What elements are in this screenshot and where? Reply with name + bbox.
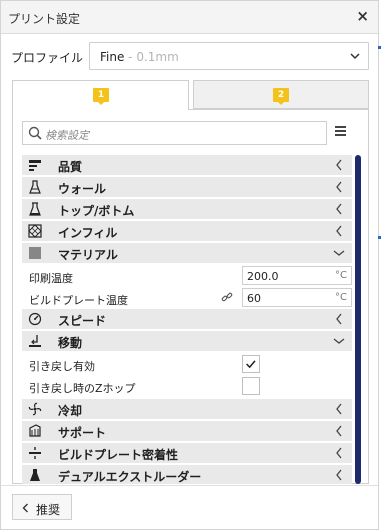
category-travel[interactable]: 移動 — [22, 331, 352, 351]
setting-row-z-hop: 引き戻し時のZホップ — [22, 375, 352, 397]
settings-list: 品質 ウォール トップ/ボトム インフィル マテリアル 印刷温度 200.0 °… — [22, 154, 352, 484]
category-label: 冷却 — [58, 404, 83, 418]
chevron-down-icon — [333, 338, 345, 344]
chevron-left-icon — [336, 425, 342, 437]
category-infill[interactable]: インフィル — [22, 221, 352, 241]
wall-icon — [29, 180, 41, 194]
category-label: マテリアル — [58, 248, 118, 262]
support-icon — [29, 424, 41, 437]
category-label: 品質 — [58, 160, 83, 174]
chevron-left-icon — [336, 403, 342, 415]
setting-row-print-temperature: 印刷温度 200.0 °C — [22, 265, 352, 287]
category-label: インフィル — [58, 226, 118, 240]
search-field[interactable]: 検索設定 — [22, 121, 327, 145]
chevron-left-icon — [336, 313, 342, 325]
retraction-enabled-checkbox[interactable] — [242, 355, 260, 373]
category-dual-extrusion[interactable]: デュアルエクストルーダー — [22, 465, 352, 484]
chevron-left-icon — [22, 503, 28, 513]
checkmark-icon — [246, 360, 256, 369]
recommended-mode-button[interactable]: 推奨 — [12, 494, 72, 520]
chevron-left-icon — [336, 203, 342, 215]
category-label: トップ/ボトム — [58, 204, 135, 218]
window-title: プリント設定 — [8, 12, 81, 26]
close-button[interactable]: × — [356, 7, 369, 25]
category-label: ビルドプレート密着性 — [58, 448, 179, 462]
category-label: スピード — [58, 314, 107, 328]
infill-icon — [28, 224, 42, 238]
adhesion-icon — [29, 447, 41, 459]
tab-extruder-2[interactable]: 2 — [193, 80, 369, 109]
field-value: 60 — [247, 292, 261, 305]
print-settings-panel: プリント設定 × プロファイル Fine - 0.1mm 1 2 検索設定 品質 — [0, 0, 379, 530]
profile-layer-height: - 0.1mm — [124, 50, 179, 64]
profile-value: Fine — [100, 50, 125, 64]
category-speed[interactable]: スピード — [22, 309, 352, 329]
chevron-left-icon — [336, 225, 342, 237]
category-label: ウォール — [58, 182, 107, 196]
extruder-2-badge: 2 — [273, 88, 289, 105]
setting-label: 引き戻し有効 — [29, 360, 95, 373]
setting-label: 引き戻し時のZホップ — [29, 382, 136, 395]
chevron-left-icon — [336, 447, 342, 459]
category-label: デュアルエクストルーダー — [58, 470, 202, 484]
tab-extruder-1[interactable]: 1 — [12, 80, 189, 110]
quality-icon — [29, 160, 41, 171]
settings-visibility-menu-button[interactable] — [335, 126, 347, 138]
z-hop-checkbox[interactable] — [242, 377, 260, 395]
category-support[interactable]: サポート — [22, 421, 352, 441]
link-icon[interactable] — [221, 292, 233, 304]
recommended-label: 推奨 — [36, 503, 61, 517]
chevron-down-icon — [333, 250, 345, 256]
chevron-left-icon — [336, 159, 342, 171]
build-plate-temperature-input[interactable]: 60 °C — [242, 288, 352, 307]
search-icon — [28, 126, 42, 140]
speed-icon — [28, 312, 42, 326]
category-build-plate-adhesion[interactable]: ビルドプレート密着性 — [22, 443, 352, 463]
chevron-left-icon — [336, 181, 342, 193]
category-label: サポート — [58, 426, 107, 440]
setting-label: ビルドプレート温度 — [29, 294, 128, 307]
extruder-1-badge: 1 — [93, 88, 109, 105]
cooling-icon — [28, 402, 42, 416]
footer-divider — [1, 485, 378, 486]
travel-icon — [29, 335, 41, 347]
setting-row-build-plate-temperature: ビルドプレート温度 60 °C — [22, 287, 352, 309]
material-icon — [29, 247, 41, 259]
field-unit: °C — [335, 270, 347, 281]
settings-container: 検索設定 品質 ウォール トップ/ボトム インフィル マテリアル 印刷温度 20… — [12, 109, 369, 484]
setting-row-retraction-enabled: 引き戻し有効 — [22, 353, 352, 375]
category-material[interactable]: マテリアル — [22, 243, 352, 263]
search-placeholder: 検索設定 — [45, 129, 89, 142]
field-unit: °C — [335, 292, 347, 303]
dual-extruder-icon — [30, 469, 40, 481]
setting-label: 印刷温度 — [29, 272, 73, 285]
settings-scrollbar[interactable] — [355, 155, 361, 484]
top-bottom-icon — [29, 202, 41, 216]
category-wall[interactable]: ウォール — [22, 177, 352, 197]
category-quality[interactable]: 品質 — [22, 155, 352, 175]
chevron-down-icon — [350, 53, 360, 60]
title-bar: プリント設定 × — [1, 1, 378, 34]
profile-label: プロファイル — [11, 51, 84, 65]
chevron-left-icon — [336, 469, 342, 481]
category-cooling[interactable]: 冷却 — [22, 399, 352, 419]
field-value: 200.0 — [247, 270, 279, 283]
category-label: 移動 — [58, 336, 83, 350]
category-top-bottom[interactable]: トップ/ボトム — [22, 199, 352, 219]
profile-dropdown[interactable]: Fine - 0.1mm — [89, 42, 369, 70]
print-temperature-input[interactable]: 200.0 °C — [242, 266, 352, 285]
